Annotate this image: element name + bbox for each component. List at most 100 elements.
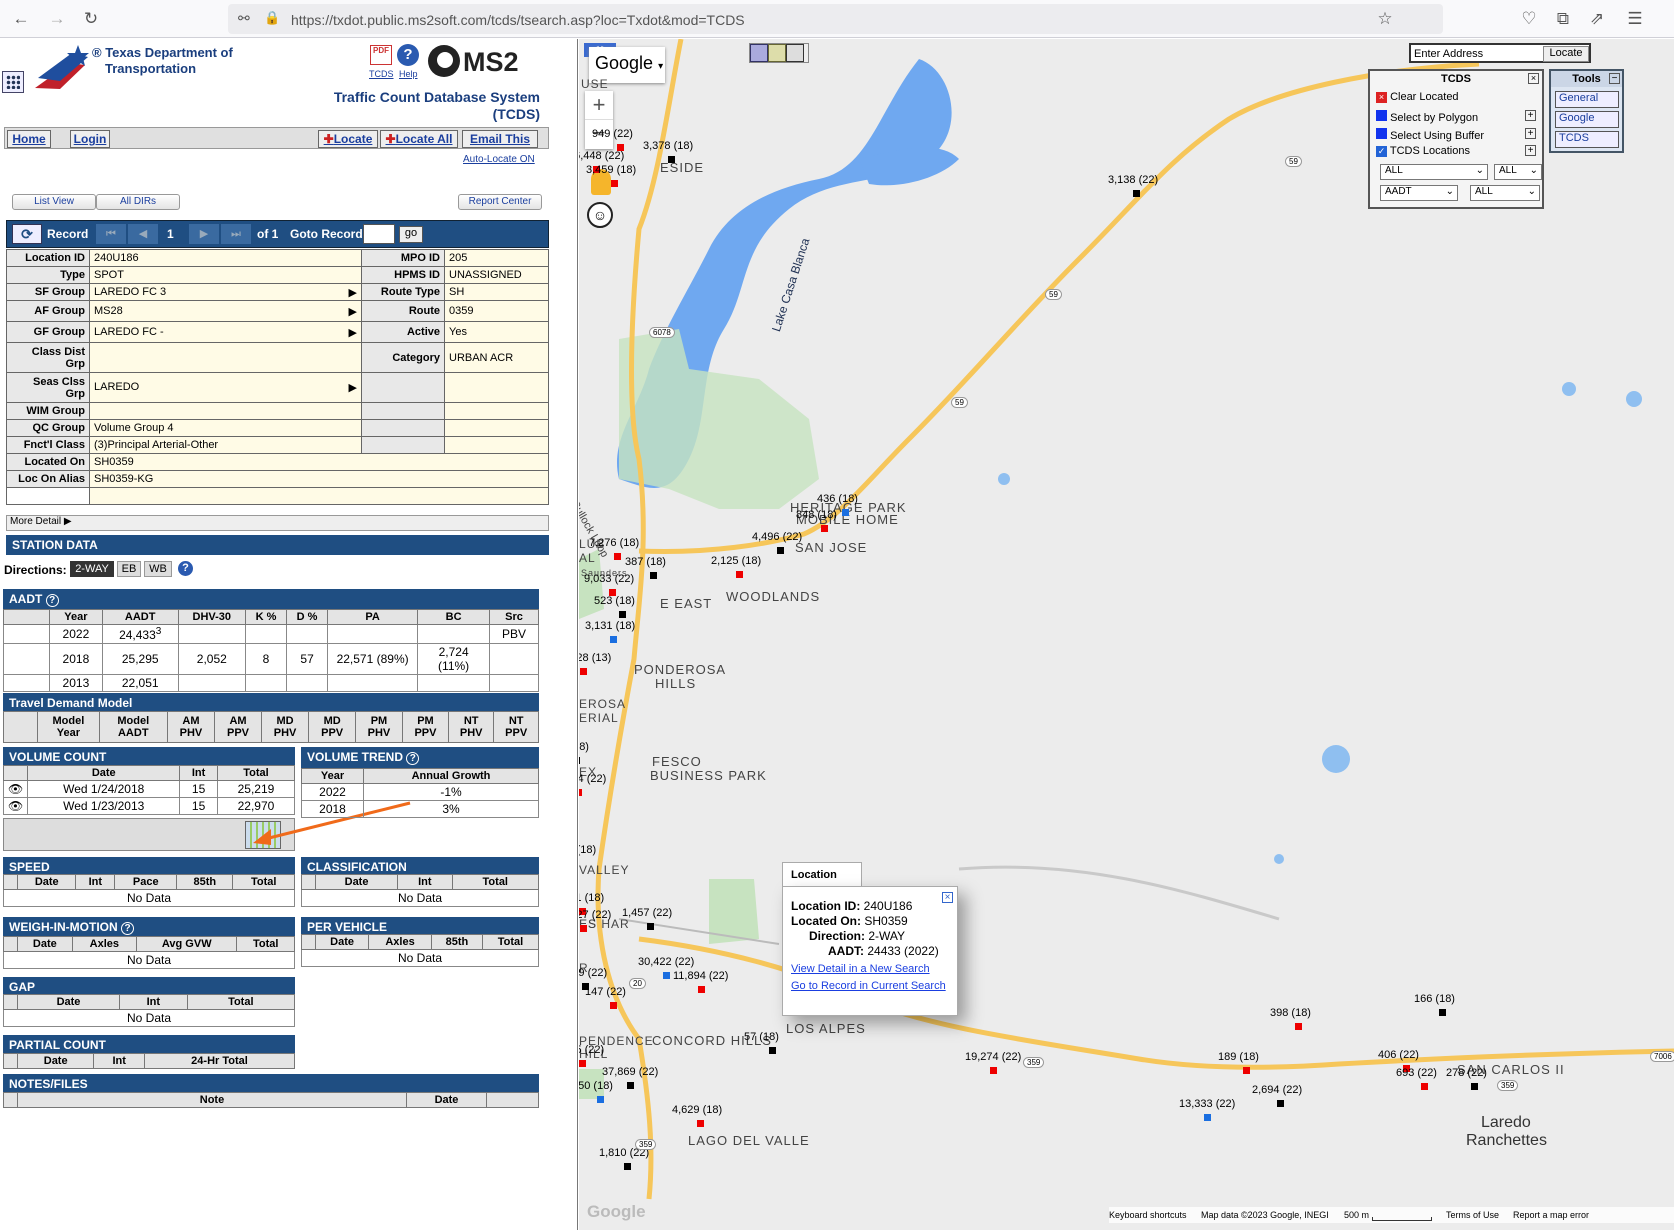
- count-station-marker[interactable]: [1295, 1023, 1302, 1030]
- count-station-marker[interactable]: [1243, 1067, 1250, 1074]
- filter-select-1[interactable]: ALL ⌄: [1380, 164, 1488, 180]
- bookmark-star-icon[interactable]: ☆: [1374, 9, 1396, 31]
- expand-plus-icon[interactable]: +: [1525, 128, 1536, 139]
- help-link[interactable]: Help: [399, 69, 418, 79]
- count-station-marker[interactable]: [579, 789, 582, 796]
- seas-clss-cell[interactable]: LAREDO ▶: [89, 372, 362, 403]
- home-button[interactable]: Home: [7, 130, 51, 148]
- address-input[interactable]: Enter Address: [1414, 48, 1539, 60]
- all-dirs-button[interactable]: All DIRs: [96, 194, 180, 210]
- direction-eb-button[interactable]: EB: [117, 561, 141, 577]
- url-bar[interactable]: ⚯ 🔒 https://txdot.public.ms2soft.com/tcd…: [228, 4, 1443, 34]
- minimize-icon[interactable]: −: [1609, 73, 1620, 84]
- count-station-marker[interactable]: [1439, 1009, 1446, 1016]
- apps-grid-icon[interactable]: [2, 71, 24, 93]
- back-icon[interactable]: ←: [10, 9, 32, 31]
- count-station-marker[interactable]: [1471, 1083, 1478, 1090]
- close-icon[interactable]: ×: [942, 892, 953, 903]
- count-station-marker[interactable]: [580, 668, 587, 675]
- count-station-marker[interactable]: [1277, 1100, 1284, 1107]
- help-icon[interactable]: ?: [397, 44, 419, 66]
- count-station-marker[interactable]: [697, 1120, 704, 1127]
- print-tool-icon[interactable]: [786, 44, 804, 62]
- expand-arrow-icon[interactable]: ▶: [349, 286, 357, 299]
- count-station-marker[interactable]: [668, 156, 675, 163]
- count-station-marker[interactable]: [1204, 1114, 1211, 1121]
- help-icon[interactable]: ?: [406, 752, 420, 765]
- menu-icon[interactable]: ☰: [1624, 9, 1646, 31]
- count-station-marker[interactable]: [736, 571, 743, 578]
- tools-general-button[interactable]: General: [1555, 91, 1619, 108]
- url-text[interactable]: https://txdot.public.ms2soft.com/tcds/ts…: [291, 12, 745, 28]
- select-buffer-item[interactable]: Select Using Buffer: [1376, 128, 1484, 142]
- select-polygon-item[interactable]: Select by Polygon: [1376, 110, 1478, 124]
- expand-arrow-icon[interactable]: ▶: [349, 326, 357, 339]
- map-view[interactable]: ◂ ▸ Google ▾ USE + − ☺ Enter Address Loc…: [579, 39, 1674, 1230]
- list-view-button[interactable]: List View: [12, 194, 96, 210]
- go-button[interactable]: go: [399, 226, 423, 243]
- tcds-locations-item[interactable]: ✓ TCDS Locations: [1376, 145, 1470, 157]
- clear-located-item[interactable]: × Clear Located: [1376, 91, 1459, 103]
- email-this-button[interactable]: Email This: [462, 130, 538, 148]
- count-station-marker[interactable]: [597, 1096, 604, 1103]
- locate-all-button[interactable]: ✚Locate All: [380, 130, 458, 148]
- expand-arrow-icon[interactable]: ▶: [349, 305, 357, 318]
- count-station-marker[interactable]: [663, 972, 670, 979]
- pocket-icon[interactable]: ♡: [1518, 9, 1540, 31]
- share-icon[interactable]: ⇗: [1586, 9, 1608, 31]
- locate-button[interactable]: ✚Locate: [318, 130, 378, 148]
- count-station-marker[interactable]: [627, 1082, 634, 1089]
- count-station-marker[interactable]: [610, 1002, 617, 1009]
- help-icon[interactable]: ?: [178, 561, 193, 576]
- measure-tool-icon[interactable]: ☺: [587, 202, 613, 228]
- gf-group-cell[interactable]: LAREDO FC - ▶: [89, 321, 362, 343]
- tools-google-button[interactable]: Google: [1555, 111, 1619, 128]
- direction-wb-button[interactable]: WB: [144, 561, 172, 577]
- first-record-icon[interactable]: ⏮: [96, 224, 126, 244]
- count-station-marker[interactable]: [1421, 1083, 1428, 1090]
- map-canvas[interactable]: [579, 39, 1674, 1230]
- af-group-cell[interactable]: MS28 ▶: [89, 300, 362, 322]
- view-eye-icon[interactable]: 👁: [2, 797, 29, 815]
- expand-plus-icon[interactable]: +: [1525, 145, 1536, 156]
- help-icon[interactable]: ?: [45, 594, 59, 607]
- ruler-tool-icon[interactable]: [768, 44, 786, 62]
- next-record-icon[interactable]: ▶: [189, 224, 219, 244]
- count-station-marker[interactable]: [619, 611, 626, 618]
- close-icon[interactable]: ×: [1528, 73, 1539, 84]
- report-map-error-link[interactable]: Report a map error: [1513, 1210, 1589, 1220]
- count-station-marker[interactable]: [579, 1060, 586, 1067]
- prev-record-icon[interactable]: ◀: [128, 224, 158, 244]
- count-station-marker[interactable]: [650, 572, 657, 579]
- report-center-button[interactable]: Report Center: [458, 194, 542, 210]
- tools-tcds-button[interactable]: TCDS: [1555, 131, 1619, 148]
- direction-2way-button[interactable]: 2-WAY: [70, 561, 114, 577]
- last-record-icon[interactable]: ⏭: [221, 224, 251, 244]
- pan-tool-icon[interactable]: [750, 44, 768, 62]
- refresh-icon[interactable]: ⟳: [12, 224, 42, 244]
- expand-arrow-icon[interactable]: ▶: [349, 381, 357, 394]
- forward-icon[interactable]: →: [46, 9, 68, 31]
- extensions-icon[interactable]: ⧉: [1552, 9, 1574, 31]
- count-station-marker[interactable]: [769, 1047, 776, 1054]
- count-station-marker[interactable]: [821, 525, 828, 532]
- count-station-marker[interactable]: [842, 509, 849, 516]
- count-station-marker[interactable]: [647, 923, 654, 930]
- filter-select-3[interactable]: AADT ⌄: [1380, 185, 1458, 201]
- count-station-marker[interactable]: [990, 1067, 997, 1074]
- tcds-link[interactable]: TCDS: [369, 69, 394, 79]
- count-station-marker[interactable]: [777, 547, 784, 554]
- count-station-marker[interactable]: [624, 1163, 631, 1170]
- filter-select-4[interactable]: ALL ⌄: [1470, 185, 1540, 201]
- reload-icon[interactable]: ↻: [80, 9, 102, 31]
- expand-plus-icon[interactable]: +: [1525, 110, 1536, 121]
- login-button[interactable]: Login: [70, 130, 110, 148]
- count-station-marker[interactable]: [1133, 190, 1140, 197]
- count-station-marker[interactable]: [610, 636, 617, 643]
- pdf-icon[interactable]: PDF: [370, 45, 392, 65]
- count-station-marker[interactable]: [698, 986, 705, 993]
- help-icon[interactable]: ?: [121, 922, 134, 935]
- more-detail-toggle[interactable]: More Detail ▶: [6, 515, 549, 531]
- view-eye-icon[interactable]: 👁: [2, 780, 29, 798]
- lock-icon[interactable]: 🔒: [264, 10, 280, 26]
